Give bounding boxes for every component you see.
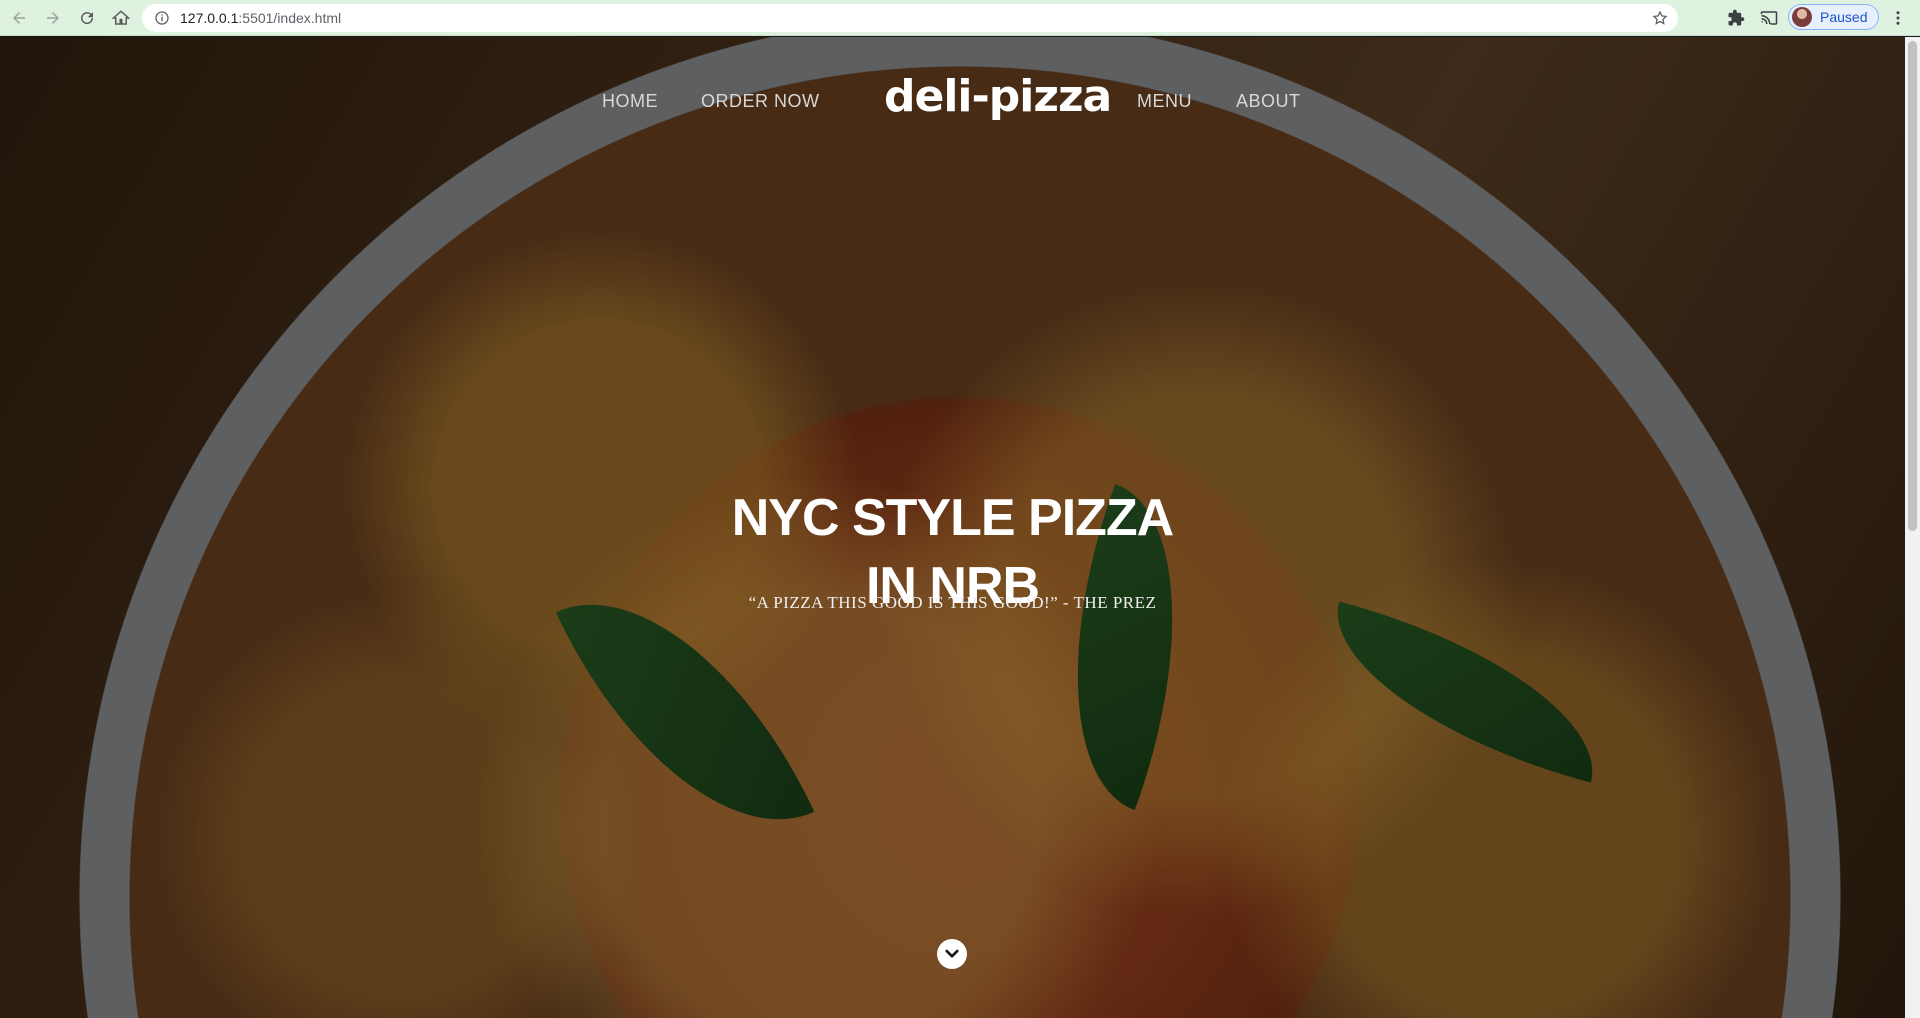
site-logo[interactable]: deli-pizza [884,71,1112,122]
scrollbar-thumb[interactable] [1908,41,1917,531]
url-text[interactable]: 127.0.0.1:5501/index.html [180,10,341,26]
nav-home-link[interactable]: HOME [602,91,658,112]
page-scrollbar[interactable] [1905,37,1920,1018]
back-button[interactable] [4,3,34,33]
forward-icon [47,11,59,24]
forward-button[interactable] [38,3,68,33]
profile-status: Paused [1820,9,1868,25]
nav-menu-link[interactable]: MENU [1137,91,1192,112]
profile-button[interactable]: Paused [1788,4,1879,30]
avatar [1792,7,1812,27]
back-icon [13,11,25,24]
browser-toolbar: 127.0.0.1:5501/index.html Paused [0,0,1920,36]
reload-button[interactable] [72,3,102,33]
star-icon[interactable] [1652,10,1668,26]
info-icon[interactable] [154,10,170,26]
hero-quote: “A PIZZA THIS GOOD IS THIS GOOD!” - THE … [748,593,1157,612]
extensions-icon[interactable] [1726,8,1746,28]
reload-icon [81,11,94,24]
hero-title-line-1: NYC STYLE PIZZA [731,488,1174,547]
site-navigation: HOME ORDER NOW deli-pizza MENU ABOUT [0,37,1905,157]
cast-icon[interactable] [1759,8,1779,28]
nav-order-now-link[interactable]: ORDER NOW [701,91,820,112]
scroll-down-button[interactable] [937,939,967,969]
nav-about-link[interactable]: ABOUT [1236,91,1301,112]
kebab-menu-icon[interactable] [1888,8,1908,28]
address-bar[interactable]: 127.0.0.1:5501/index.html [142,4,1678,32]
home-icon [112,9,130,25]
home-button[interactable] [106,3,136,33]
url-host: 127.0.0.1 [180,10,239,26]
page-viewport: HOME ORDER NOW deli-pizza MENU ABOUT NYC… [0,37,1905,1018]
url-path: :5501/index.html [238,10,342,26]
chevron-down-icon [945,949,959,958]
